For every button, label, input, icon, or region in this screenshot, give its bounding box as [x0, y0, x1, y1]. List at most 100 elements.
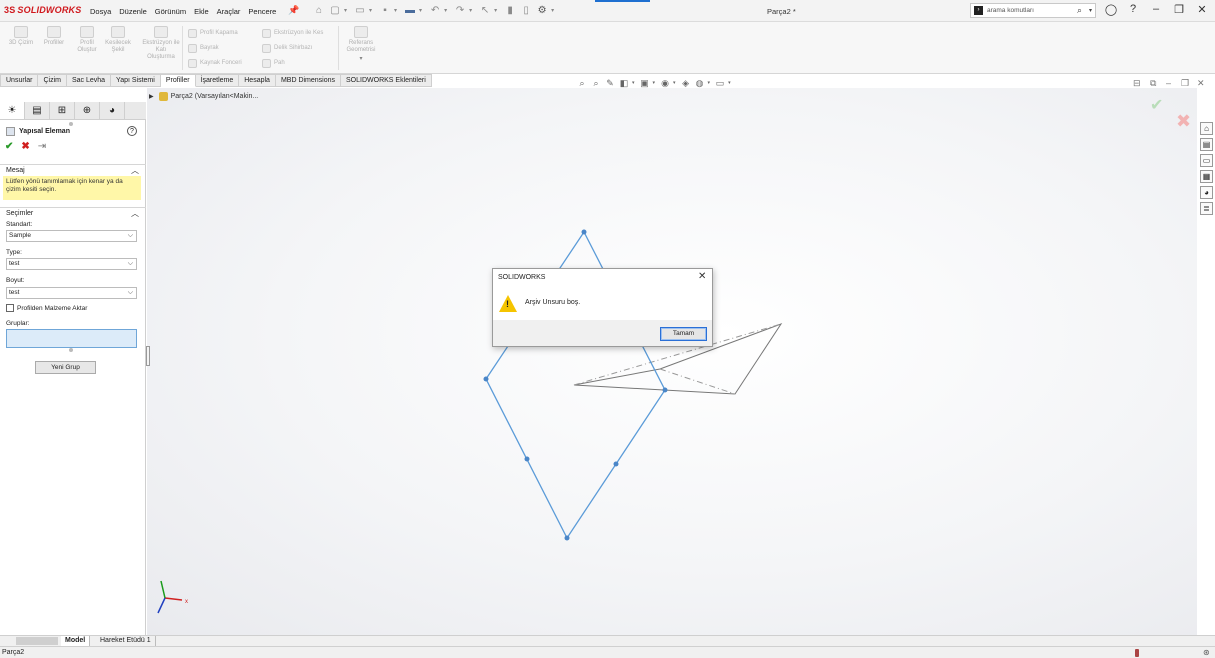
appearance-icon[interactable]: ◍: [694, 77, 706, 89]
ribbon-small-button-2[interactable]: Kaynak Fonceri: [188, 58, 242, 68]
featuremanager-tab-icon[interactable]: ☀: [0, 102, 25, 119]
tab-markup[interactable]: İşaretleme: [195, 74, 240, 87]
ribbon-small-button-0[interactable]: Profil Kapama: [188, 28, 238, 38]
section-view-icon[interactable]: ◧: [618, 77, 630, 89]
collapse-chevron-icon[interactable]: ︿: [131, 208, 139, 219]
model-view[interactable]: x: [147, 88, 1197, 635]
custom-properties-icon[interactable]: ≣: [1200, 202, 1213, 215]
viewport-split-icon[interactable]: ⊟: [1133, 78, 1141, 89]
chevron-down-icon[interactable]: ▾: [1089, 7, 1092, 14]
panel-collapse-handle[interactable]: [146, 346, 150, 366]
ok-check-icon[interactable]: ✔: [5, 141, 13, 152]
chevron-down-icon[interactable]: ▾: [673, 80, 676, 86]
display-style-icon[interactable]: ◉: [659, 77, 671, 89]
command-search[interactable]: › arama komutları ⌕ ▾: [970, 3, 1096, 18]
tab-structure-system[interactable]: Yapı Sistemi: [111, 74, 161, 87]
size-select[interactable]: test ⌵: [6, 287, 137, 299]
menu-window[interactable]: Pencere: [248, 7, 276, 16]
message-section-header[interactable]: Mesaj ︿: [0, 164, 146, 176]
chevron-down-icon[interactable]: ▾: [494, 7, 497, 14]
chevron-down-icon[interactable]: ▾: [653, 80, 656, 86]
feature-tree-flyout[interactable]: ▶ Parça2 (Varsayılan<Makin...: [149, 92, 258, 101]
chevron-down-icon[interactable]: ▾: [551, 7, 554, 14]
chevron-down-icon[interactable]: ▾: [469, 7, 472, 14]
ribbon-small-button-4[interactable]: Delik Sihirbazı: [262, 43, 312, 53]
chevron-down-icon[interactable]: ▾: [444, 7, 447, 14]
chevron-down-icon[interactable]: ▾: [708, 80, 711, 86]
configurationmanager-tab-icon[interactable]: ⊞: [50, 102, 75, 119]
design-library-icon[interactable]: ▤: [1200, 138, 1213, 151]
previous-view-icon[interactable]: ✎: [604, 77, 616, 89]
confirm-check-icon[interactable]: ✔: [1150, 95, 1163, 115]
menu-insert[interactable]: Ekle: [194, 7, 209, 16]
search-icon[interactable]: ⌕: [1077, 5, 1082, 16]
status-settings-icon[interactable]: ⊛: [1203, 647, 1210, 658]
sketch-point[interactable]: [564, 535, 570, 541]
tab-weldments[interactable]: Profiller: [160, 74, 196, 87]
sketch-point[interactable]: [581, 229, 587, 235]
splitter-handle[interactable]: [69, 122, 73, 126]
resize-handle[interactable]: [69, 348, 73, 352]
restore-icon[interactable]: ❐: [1172, 3, 1186, 16]
file-explorer-icon[interactable]: ▭: [1200, 154, 1213, 167]
chevron-down-icon[interactable]: ▾: [632, 80, 635, 86]
chevron-down-icon[interactable]: ▾: [344, 7, 347, 14]
new-group-button[interactable]: Yeni Grup: [35, 361, 96, 374]
ribbon-button-4[interactable]: Ekstrüzyon ile Katı Oluşturma: [142, 26, 180, 61]
viewport-close-icon[interactable]: ✕: [1197, 78, 1205, 89]
menu-file[interactable]: Dosya: [90, 7, 111, 16]
dimxpert-tab-icon[interactable]: ⊕: [75, 102, 100, 119]
tab-sheet-metal[interactable]: Sac Levha: [66, 74, 112, 87]
display-manager-tab-icon[interactable]: ◕: [100, 102, 125, 119]
zoom-to-fit-icon[interactable]: ⌕: [576, 77, 588, 89]
chevron-down-icon[interactable]: ▾: [369, 7, 372, 14]
pushpin-icon[interactable]: ⇥: [38, 141, 46, 152]
chevron-down-icon[interactable]: ▾: [343, 56, 379, 63]
graphics-area[interactable]: x: [147, 88, 1197, 635]
new-document-icon[interactable]: ▢: [328, 3, 342, 17]
search-input[interactable]: arama komutları: [987, 7, 1034, 14]
ok-button[interactable]: Tamam: [660, 327, 707, 341]
select-icon[interactable]: ↖: [478, 3, 492, 17]
sketch-point[interactable]: [613, 461, 619, 467]
file-properties-icon[interactable]: ▯: [519, 3, 533, 17]
ribbon-button-2[interactable]: Profil Oluştur: [73, 26, 101, 54]
tab-sketch[interactable]: Çizim: [38, 74, 67, 87]
close-icon[interactable]: ✕: [698, 271, 706, 282]
viewport-restore-icon[interactable]: ❐: [1181, 78, 1189, 89]
tab-scroll-arrows[interactable]: [16, 637, 58, 645]
ribbon-button-1[interactable]: Profiller: [40, 26, 68, 47]
ribbon-button-0[interactable]: 3D Çizim: [7, 26, 35, 47]
type-select[interactable]: test ⌵: [6, 258, 137, 270]
chevron-down-icon[interactable]: ▾: [394, 7, 397, 14]
ribbon-small-button-3[interactable]: Ekstrüzyon ile Kes: [262, 28, 323, 38]
user-icon[interactable]: ◯: [1104, 3, 1118, 16]
cancel-x-icon[interactable]: ✖: [1176, 111, 1191, 132]
groups-listbox[interactable]: [6, 329, 137, 348]
reference-geometry-button[interactable]: Referans Geometrisi ▾: [343, 26, 379, 63]
sketch-point[interactable]: [662, 387, 668, 393]
gear-icon[interactable]: ⚙: [535, 3, 549, 17]
propertymanager-tab-icon[interactable]: ▤: [25, 102, 50, 119]
viewport-link-icon[interactable]: ⧉: [1150, 78, 1156, 89]
undo-icon[interactable]: ↶: [428, 3, 442, 17]
home-icon[interactable]: ⌂: [312, 3, 326, 17]
rebuild-icon[interactable]: ▮: [503, 3, 517, 17]
zoom-to-area-icon[interactable]: ⌕: [590, 77, 602, 89]
solidworks-logo[interactable]: 3S SOLIDWORKS: [4, 5, 81, 15]
help-icon[interactable]: ?: [127, 126, 137, 136]
pin-icon[interactable]: 📌: [288, 5, 299, 16]
print-icon[interactable]: ▬: [403, 3, 417, 17]
save-icon[interactable]: ▪: [378, 3, 392, 17]
chevron-down-icon[interactable]: ▾: [728, 80, 731, 86]
tab-evaluate[interactable]: Hesapla: [239, 74, 276, 87]
hide-show-icon[interactable]: ◈: [680, 77, 692, 89]
home-icon[interactable]: ⌂: [1200, 122, 1213, 135]
sketch-point[interactable]: [524, 456, 530, 462]
selections-section-header[interactable]: Seçimler ︿: [0, 207, 146, 219]
appearances-icon[interactable]: ◕: [1200, 186, 1213, 199]
collapse-chevron-icon[interactable]: ︿: [131, 165, 139, 176]
viewport-minimize-icon[interactable]: –: [1166, 78, 1171, 88]
view-settings-icon[interactable]: ▭: [714, 77, 726, 89]
view-orientation-icon[interactable]: ▣: [639, 77, 651, 89]
